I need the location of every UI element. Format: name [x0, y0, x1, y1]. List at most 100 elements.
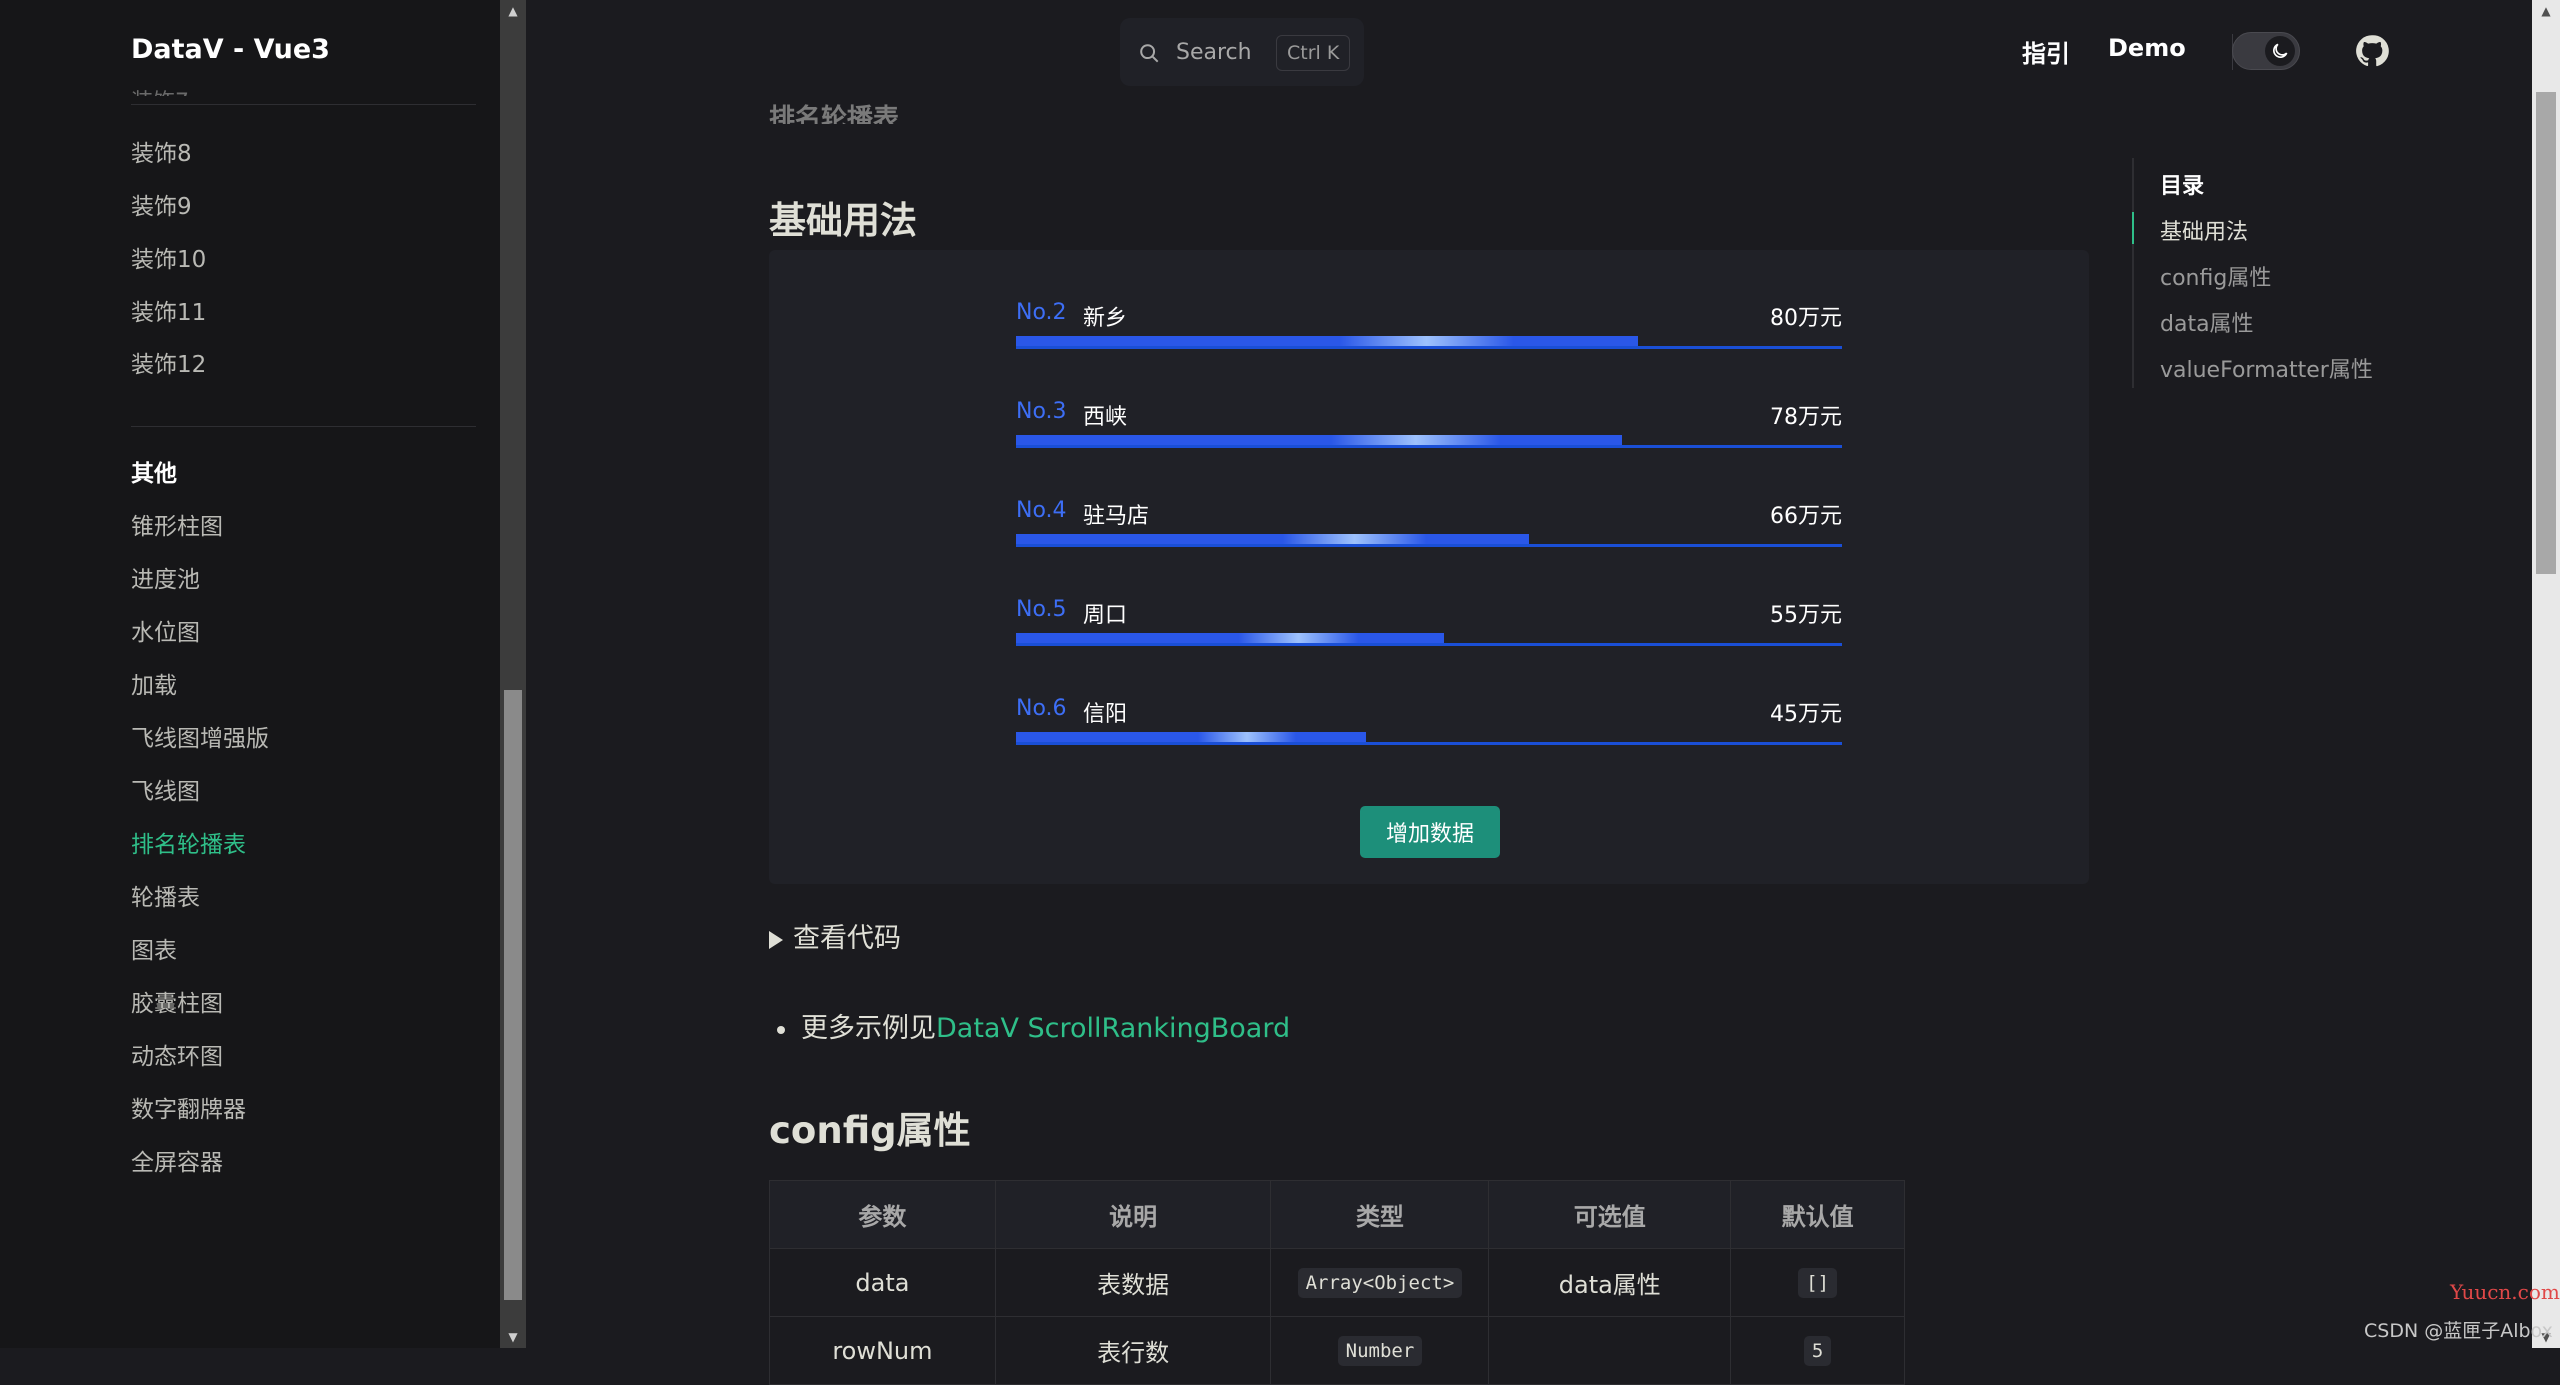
sidebar-item-fullscreen[interactable]: 全屏容器 — [131, 1143, 223, 1177]
brand-title[interactable]: DataV - Vue3 — [131, 34, 330, 65]
rank-name: 驻马店 — [1083, 504, 1150, 529]
rank-bar — [1016, 732, 1366, 742]
rank-name: 周口 — [1083, 603, 1128, 628]
rank-bar — [1016, 633, 1444, 643]
search-shortcut: Ctrl K — [1276, 35, 1351, 71]
table-cell: rowNum — [769, 1316, 996, 1385]
ranking-row: No.2 新乡 80万元 — [1016, 300, 1842, 360]
triangle-right-icon — [769, 930, 783, 949]
nav-link-guide[interactable]: 指引 — [2022, 34, 2070, 69]
table-header: 可选值 — [1488, 1180, 1732, 1249]
outline-marker — [2132, 212, 2134, 244]
table-cell: 5 — [1730, 1316, 1905, 1385]
more-examples-text: 更多示例见 — [801, 1013, 936, 1044]
rank-name: 新乡 — [1083, 306, 1128, 331]
rank-track — [1016, 346, 1842, 349]
more-examples-link[interactable]: DataV ScrollRankingBoard — [936, 1013, 1290, 1044]
sidebar-item-decoration12[interactable]: 装饰12 — [131, 345, 206, 379]
table-header: 参数 — [769, 1180, 996, 1249]
outline-item-basic[interactable]: 基础用法 — [2160, 214, 2248, 246]
sidebar-item-active-ring[interactable]: 动态环图 — [131, 1037, 223, 1071]
sidebar-item-loading[interactable]: 加载 — [131, 666, 177, 700]
section-heading-config: config属性 — [769, 1109, 971, 1152]
ranking-row: No.6 信阳 45万元 — [1016, 696, 1842, 756]
outline-item-config[interactable]: config属性 — [2160, 260, 2271, 292]
sidebar-item-ranking-board[interactable]: 排名轮播表 — [131, 825, 246, 859]
rank-value: 55万元 — [1770, 603, 1842, 628]
sidebar-item-cut[interactable]: 装饰7 — [131, 84, 189, 96]
watermark-site: Yuucn.com — [2450, 1280, 2560, 1304]
section-heading-basic: 基础用法 — [769, 199, 917, 242]
rank-bar — [1016, 435, 1622, 445]
config-table: 参数 说明 类型 可选值 默认值 data 表数据 Array<Object> … — [769, 1180, 1905, 1385]
sidebar-item-flyline[interactable]: 飞线图 — [131, 772, 200, 806]
sidebar: DataV - Vue3 装饰7 装饰8 装饰9 装饰10 装饰11 装饰12 … — [0, 0, 500, 1348]
table-cell: 表行数 — [994, 1316, 1272, 1385]
search-button[interactable]: Search Ctrl K — [1120, 18, 1364, 86]
table-header: 类型 — [1270, 1180, 1490, 1249]
sidebar-item-water-level[interactable]: 水位图 — [131, 613, 200, 647]
outline-title: 目录 — [2160, 174, 2205, 199]
sidebar-item-cone-bar[interactable]: 锥形柱图 — [131, 507, 223, 541]
sidebar-item-digital-flop[interactable]: 数字翻牌器 — [131, 1090, 246, 1124]
table-header: 说明 — [994, 1180, 1272, 1249]
rank-track — [1016, 643, 1842, 646]
scroll-up-arrow-icon[interactable]: ▲ — [500, 0, 526, 22]
search-icon — [1140, 44, 1159, 63]
sidebar-item-progress-pool[interactable]: 进度池 — [131, 560, 200, 594]
inline-code: [] — [1798, 1268, 1838, 1298]
scrollbar-thumb[interactable] — [2536, 92, 2556, 574]
scroll-up-arrow-icon[interactable]: ▲ — [2532, 0, 2560, 22]
scrollbar-thumb[interactable] — [504, 690, 522, 1300]
divider — [131, 104, 476, 105]
rank-bar — [1016, 336, 1638, 346]
bullet-dot — [777, 1025, 785, 1034]
rank-number: No.6 — [1016, 696, 1067, 721]
theme-toggle[interactable] — [2232, 32, 2300, 70]
outline-item-value-formatter[interactable]: valueFormatter属性 — [2160, 352, 2373, 384]
outline-track — [2132, 158, 2134, 388]
table-cell: data属性 — [1488, 1248, 1732, 1317]
search-label: Search — [1176, 40, 1252, 65]
table-cell: [] — [1730, 1248, 1905, 1317]
rank-number: No.4 — [1016, 498, 1067, 523]
sidebar-item-decoration11[interactable]: 装饰11 — [131, 293, 206, 327]
table-row: data 表数据 Array<Object> data属性 [] — [769, 1248, 1905, 1317]
rank-value: 66万元 — [1770, 504, 1842, 529]
table-cell: Number — [1270, 1316, 1490, 1385]
nav-link-demo[interactable]: Demo — [2108, 34, 2186, 62]
top-nav: Search Ctrl K 指引 Demo — [526, 0, 2532, 104]
sidebar-item-decoration10[interactable]: 装饰10 — [131, 240, 206, 274]
table-header-row: 参数 说明 类型 可选值 默认值 — [769, 1180, 1905, 1249]
table-row: rowNum 表行数 Number 5 — [769, 1316, 1905, 1385]
inline-code: 5 — [1803, 1336, 1832, 1366]
table-cell — [1488, 1316, 1732, 1385]
ranking-row: No.3 西峡 78万元 — [1016, 399, 1842, 459]
rank-number: No.2 — [1016, 300, 1067, 325]
sidebar-group-heading: 其他 — [131, 461, 177, 487]
rank-value: 78万元 — [1770, 405, 1842, 430]
rank-name: 西峡 — [1083, 405, 1128, 430]
sidebar-item-decoration9[interactable]: 装饰9 — [131, 187, 192, 221]
inline-code: Number — [1337, 1336, 1423, 1366]
sidebar-item-flyline-plus[interactable]: 飞线图增强版 — [131, 719, 269, 753]
ranking-row: No.5 周口 55万元 — [1016, 597, 1842, 657]
sidebar-item-scroll-board[interactable]: 轮播表 — [131, 878, 200, 912]
rank-number: No.3 — [1016, 399, 1067, 424]
github-icon[interactable] — [2354, 33, 2390, 69]
rank-name: 信阳 — [1083, 702, 1128, 727]
sidebar-item-charts[interactable]: 图表 — [131, 931, 177, 965]
page-scrollbar[interactable]: ▲ ▼ — [2532, 0, 2560, 1348]
view-code-label: 查看代码 — [793, 923, 901, 954]
add-data-button[interactable]: 增加数据 — [1360, 806, 1500, 858]
sidebar-item-decoration8[interactable]: 装饰8 — [131, 134, 192, 168]
list-item: 更多示例见DataV ScrollRankingBoard — [777, 1006, 1290, 1045]
divider — [131, 426, 476, 427]
scroll-down-arrow-icon[interactable]: ▼ — [500, 1326, 526, 1348]
outline-item-data[interactable]: data属性 — [2160, 306, 2254, 338]
sidebar-scrollbar[interactable]: ▲ ▼ — [500, 0, 526, 1348]
table-cell: Array<Object> — [1270, 1248, 1490, 1317]
sidebar-item-capsule-chart[interactable]: 胶囊柱图 — [131, 984, 223, 1018]
view-code-toggle[interactable]: 查看代码 — [769, 916, 901, 955]
rank-track — [1016, 544, 1842, 547]
